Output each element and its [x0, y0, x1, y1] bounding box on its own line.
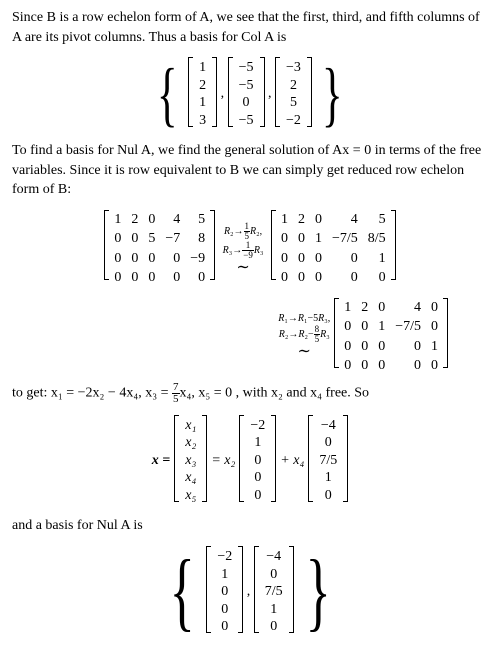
row-reduction-step2: R₁→R₁−5R₃, R₂→R₂−85R₃ ∼ 12040 001−7/50 0… [12, 298, 448, 376]
x-plus-x4: + x₄ [280, 451, 304, 471]
row-ops-1: R₂→15R₂, R₃→1−9R₃ ∼ [219, 222, 268, 276]
v1-3: 3 [199, 112, 206, 130]
x-vector-decomposition: x = x₁x₂x₃x₄x₅ = x₂ −21000 + x₄ −407/510 [12, 415, 488, 507]
row-reduction-step1: 12045 005−78 0000−9 00000 R₂→15R₂, R₃→1−… [12, 210, 488, 288]
x-eq-label: x = [152, 451, 170, 471]
v3-2: 5 [290, 94, 297, 112]
v1-2: 1 [199, 94, 206, 112]
v2-2: 0 [243, 94, 250, 112]
paragraph-solution: to get: x₁ = −2x₂ − 4x₄, x₃ = 75x₄, x₅ =… [12, 382, 488, 405]
v2-3: −5 [239, 112, 254, 130]
paragraph-nul-basis: and a basis for Nul A is [12, 516, 488, 536]
x-eq-x2: = x₂ [211, 451, 235, 471]
paragraph-nul-setup: To find a basis for Nul A, we find the g… [12, 141, 488, 200]
sol-text-b: x₄, x₅ = 0 , with x₂ and x₄ free. So [180, 386, 370, 401]
paragraph-intro: Since B is a row echelon form of A, we s… [12, 8, 488, 47]
sol-text-a: to get: x₁ = −2x₂ − 4x₄, x₃ = [12, 386, 172, 401]
v2-0: −5 [239, 59, 254, 77]
v3-1: 2 [290, 77, 297, 95]
v3-0: −3 [286, 59, 301, 77]
v3-3: −2 [286, 112, 301, 130]
v2-1: −5 [239, 77, 254, 95]
col-basis-set: { 1 2 1 3 , −5 −5 0 −5 , −3 2 5 −2 } [12, 57, 488, 131]
v1-1: 2 [199, 77, 206, 95]
nul-basis-set: { −21000 , −407/510 } [12, 546, 488, 638]
v1-0: 1 [199, 59, 206, 77]
row-ops-2: R₁→R₁−5R₃, R₂→R₂−85R₃ ∼ [274, 313, 334, 360]
